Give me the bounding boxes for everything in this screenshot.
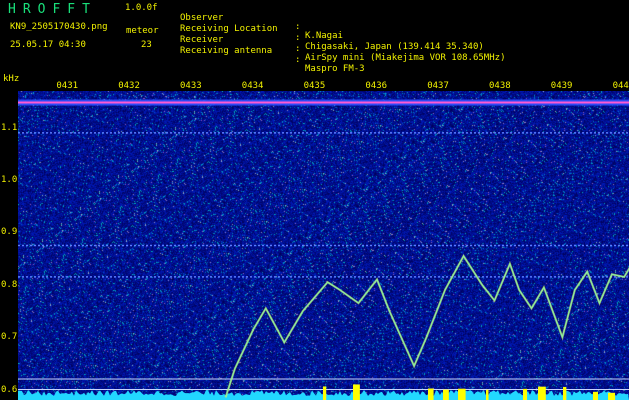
- meta-sep: :: [295, 22, 301, 32]
- meta-key: Receiving antenna: [180, 46, 273, 56]
- meta-sep: :: [295, 55, 301, 65]
- meteor-burst: [563, 386, 567, 400]
- meteor-burst: [353, 384, 360, 400]
- y-tick-label: 1.0: [1, 175, 18, 186]
- meta-sep: :: [295, 44, 301, 54]
- x-tick-label: 0438: [489, 81, 511, 91]
- meta-value: Chigasaki, Japan (139.414 35.340): [305, 42, 484, 52]
- meta-row-antenna: Receiving antenna : Maspro FM-3: [180, 38, 365, 83]
- x-tick-label: 0433: [180, 81, 202, 91]
- x-tick-label: 0432: [118, 81, 140, 91]
- x-tick-label: 0439: [550, 81, 573, 91]
- meta-value: AirSpy mini (Miakejima VOR 108.65MHz): [305, 53, 506, 63]
- spectrogram-plot: [18, 99, 629, 400]
- meteor-burst: [538, 386, 546, 400]
- meteor-burst: [486, 389, 489, 400]
- meteor-burst: [608, 392, 616, 400]
- meteor-burst: [523, 388, 528, 400]
- y-tick-label: 0.7: [1, 332, 18, 343]
- meta-value: Maspro FM-3: [305, 64, 365, 74]
- x-tick-label: 0435: [303, 81, 326, 91]
- meteor-count: 23: [141, 40, 152, 50]
- y-tick-label: 0.6: [1, 384, 18, 395]
- app-title: HROFFT: [8, 2, 97, 17]
- meta-value: K.Nagai: [305, 31, 343, 41]
- meteor-burst: [458, 388, 466, 400]
- x-tick-label: 0440: [612, 81, 629, 91]
- x-tick-label: 0431: [56, 81, 79, 91]
- meteor-burst: [593, 391, 599, 400]
- meteor-burst: [428, 388, 434, 400]
- x-tick-label: 0434: [241, 81, 264, 91]
- meteor-burst: [443, 389, 449, 400]
- y-tick-label: 0.8: [1, 279, 18, 290]
- datetime-label: 25.05.17 04:30: [10, 40, 86, 50]
- x-tick-label: 0437: [427, 81, 449, 91]
- y-tick-label: 0.9: [1, 227, 18, 238]
- meteor-label: meteor: [126, 26, 159, 36]
- version-label: 1.0.0f: [125, 3, 158, 13]
- filename-label: KN9_2505170430.png: [10, 22, 108, 32]
- y-tick-label: 1.1: [1, 122, 18, 133]
- x-tick-label: 0436: [365, 81, 388, 91]
- header-panel: HROFFT 1.0.0f KN9_2505170430.png meteor …: [0, 0, 629, 74]
- y-unit-label: kHz: [3, 74, 20, 84]
- meteor-burst: [323, 386, 327, 400]
- meta-sep: :: [295, 33, 301, 43]
